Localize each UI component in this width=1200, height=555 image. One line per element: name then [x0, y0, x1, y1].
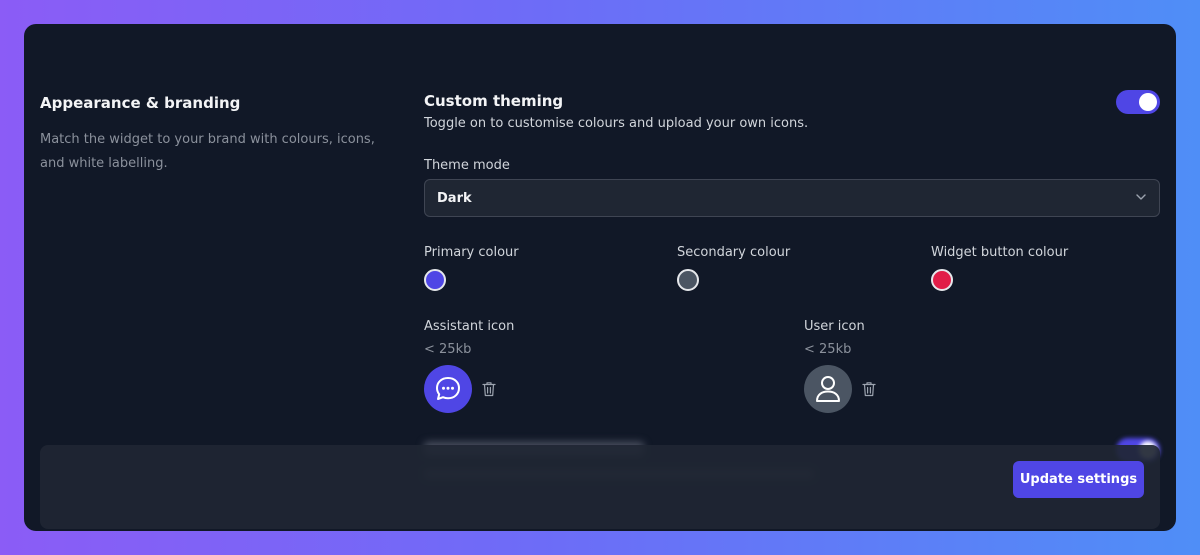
user-icon-label: User icon	[804, 319, 865, 334]
widget-button-colour-field: Widget button colour	[931, 245, 1068, 291]
section-description: Match the widget to your brand with colo…	[40, 132, 375, 171]
custom-theming-header: Custom theming Toggle on to customise co…	[424, 90, 1160, 132]
primary-colour-label: Primary colour	[424, 245, 519, 260]
secondary-colour-label: Secondary colour	[677, 245, 791, 260]
icon-uploads: Assistant icon < 25kb User icon < 25kb	[424, 319, 1160, 417]
user-icon-size-hint: < 25kb	[804, 342, 852, 357]
custom-theming-toggle[interactable]	[1116, 90, 1160, 114]
assistant-avatar[interactable]	[424, 365, 472, 413]
settings-footer: Update settings	[40, 445, 1160, 529]
custom-theming-title: Custom theming	[424, 92, 564, 110]
user-icon	[816, 376, 840, 402]
assistant-icon-label: Assistant icon	[424, 319, 515, 334]
colour-pickers: Primary colour Secondary colour Widget b…	[424, 245, 1160, 297]
theme-mode-value: Dark	[437, 190, 472, 206]
assistant-icon-size-hint: < 25kb	[424, 342, 472, 357]
theme-mode-select[interactable]: Dark	[424, 179, 1160, 217]
custom-theming-settings: Custom theming Toggle on to customise co…	[424, 90, 1160, 417]
user-avatar[interactable]	[804, 365, 852, 413]
primary-colour-field: Primary colour	[424, 245, 519, 291]
widget-button-colour-swatch[interactable]	[931, 269, 953, 291]
section-title: Appearance & branding	[40, 94, 241, 112]
chat-bubble-icon	[436, 377, 460, 400]
chevron-down-icon	[1136, 194, 1146, 200]
widget-button-colour-label: Widget button colour	[931, 245, 1069, 260]
custom-theming-description: Toggle on to customise colours and uploa…	[424, 116, 809, 131]
user-icon-field: User icon < 25kb	[804, 319, 876, 413]
trash-icon[interactable]	[482, 381, 496, 397]
trash-icon[interactable]	[862, 381, 876, 397]
secondary-colour-field: Secondary colour	[677, 245, 790, 291]
toggle-knob	[1139, 93, 1157, 111]
theme-mode-label: Theme mode	[424, 158, 510, 173]
appearance-section-info: Appearance & branding Match the widget t…	[40, 94, 390, 176]
update-settings-button[interactable]: Update settings	[1013, 461, 1144, 498]
secondary-colour-swatch[interactable]	[677, 269, 699, 291]
primary-colour-swatch[interactable]	[424, 269, 446, 291]
assistant-icon-field: Assistant icon < 25kb	[424, 319, 514, 413]
settings-panel: Appearance & branding Match the widget t…	[24, 24, 1176, 531]
